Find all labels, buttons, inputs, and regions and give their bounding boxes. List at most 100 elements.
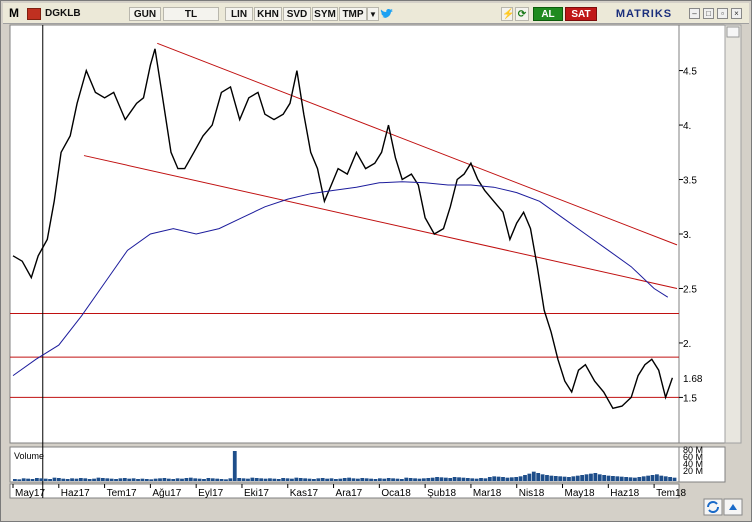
y-tick-label: 3.5 — [683, 176, 697, 187]
volume-bar — [276, 479, 281, 481]
scroll-up-button[interactable] — [726, 26, 740, 38]
volume-bar — [373, 479, 378, 481]
volume-bar — [351, 478, 356, 481]
volume-bar — [461, 477, 466, 481]
volume-bar — [158, 478, 162, 481]
volume-bar — [13, 479, 17, 481]
volume-bar — [672, 477, 677, 481]
volume-bar — [448, 478, 453, 481]
volume-bar — [334, 479, 338, 481]
volume-bar — [580, 475, 585, 481]
volume-bar — [21, 478, 26, 481]
volume-bar — [272, 478, 277, 481]
main-plot-area[interactable] — [9, 24, 680, 444]
volume-bar — [237, 478, 242, 481]
volume-bar — [312, 479, 316, 481]
volume-bar — [567, 477, 571, 481]
volume-bar — [153, 478, 158, 481]
volume-bar — [659, 475, 664, 481]
x-tick-label: Kas17 — [290, 488, 319, 499]
x-tick-label: Nis18 — [519, 488, 545, 499]
x-tick-label: May17 — [15, 488, 45, 499]
volume-bar — [202, 479, 206, 481]
volume-bar — [140, 478, 145, 481]
volume-bar — [364, 478, 369, 481]
price-chart[interactable]: Volume 4.5 4. 3.5 3. 2.5 2. 1.5 1.68 May17 Haz17… — [1, 1, 751, 521]
volume-bar — [408, 478, 413, 481]
volume-bar — [250, 477, 255, 481]
x-tick-label: Eki17 — [244, 488, 269, 499]
volume-bar — [232, 451, 237, 481]
volume-bar — [175, 478, 180, 481]
y-tick-label: 2. — [683, 339, 691, 350]
volume-bar — [87, 479, 92, 481]
volume-bar — [465, 478, 470, 481]
volume-bar — [655, 474, 659, 481]
volume-bar — [17, 479, 22, 481]
volume-bar — [136, 479, 140, 481]
x-tick-label: Tem18 — [656, 488, 686, 499]
volume-bar — [281, 478, 286, 481]
volume-bar — [668, 477, 673, 481]
volume-bar — [479, 478, 483, 481]
volume-bar — [509, 477, 514, 481]
volume-bar — [483, 478, 488, 481]
volume-bar — [285, 478, 290, 481]
volume-bar — [74, 478, 79, 481]
sync-icon[interactable] — [703, 498, 743, 516]
volume-bar — [131, 478, 136, 481]
volume-bar — [171, 479, 176, 481]
volume-bar — [575, 475, 580, 481]
volume-bar — [505, 477, 510, 481]
volume-bar — [474, 478, 479, 481]
volume-bar — [523, 475, 527, 481]
x-tick-label: Mar18 — [473, 488, 502, 499]
volume-bar — [413, 478, 417, 481]
volume-bar — [342, 478, 347, 481]
volume-bar — [316, 478, 321, 481]
volume-tick-label: 20 M — [683, 466, 703, 476]
volume-bar — [254, 478, 259, 481]
volume-bar — [395, 478, 400, 481]
volume-bar — [619, 476, 624, 481]
volume-bar — [83, 478, 88, 481]
volume-bar — [606, 475, 611, 481]
volume-bar — [166, 478, 171, 481]
volume-bar — [48, 479, 52, 481]
vertical-scrollbar[interactable] — [724, 24, 742, 444]
x-tick-label: Eyl17 — [198, 488, 223, 499]
x-tick-label: Ağu17 — [152, 488, 181, 499]
volume-bar — [338, 478, 343, 481]
y-tick-label: 2.5 — [683, 284, 697, 295]
volume-bar — [558, 476, 563, 481]
volume-bar — [549, 475, 554, 481]
volume-bar — [290, 478, 294, 481]
bottom-toolbar — [703, 498, 743, 519]
volume-bar — [56, 478, 61, 481]
volume-bar — [597, 474, 602, 481]
y-tick-label: 4.5 — [683, 67, 697, 78]
volume-bar — [615, 476, 620, 481]
volume-bar — [545, 475, 549, 481]
volume-bar — [263, 478, 268, 481]
volume-bar — [241, 478, 246, 481]
volume-bar — [162, 478, 167, 481]
volume-bar — [382, 478, 387, 481]
volume-bar — [184, 478, 189, 481]
volume-bar — [61, 478, 66, 481]
volume-bar — [303, 478, 308, 481]
volume-bar — [298, 478, 303, 481]
volume-bar — [206, 478, 211, 481]
volume-bar — [496, 476, 501, 481]
volume-bar — [122, 478, 127, 481]
volume-bar — [487, 477, 492, 481]
volume-bar — [399, 479, 404, 481]
volume-bar — [531, 471, 536, 481]
volume-bar — [347, 477, 351, 481]
x-tick-label: Ara17 — [336, 488, 363, 499]
volume-bar — [215, 478, 220, 481]
chart-window: M DGKLB GUN TL LIN KHN SVD SYM TMP ▼ ⚡ ⟳… — [0, 0, 752, 522]
volume-bar — [259, 478, 264, 481]
volume-bar — [210, 478, 215, 481]
volume-bar — [92, 478, 96, 481]
